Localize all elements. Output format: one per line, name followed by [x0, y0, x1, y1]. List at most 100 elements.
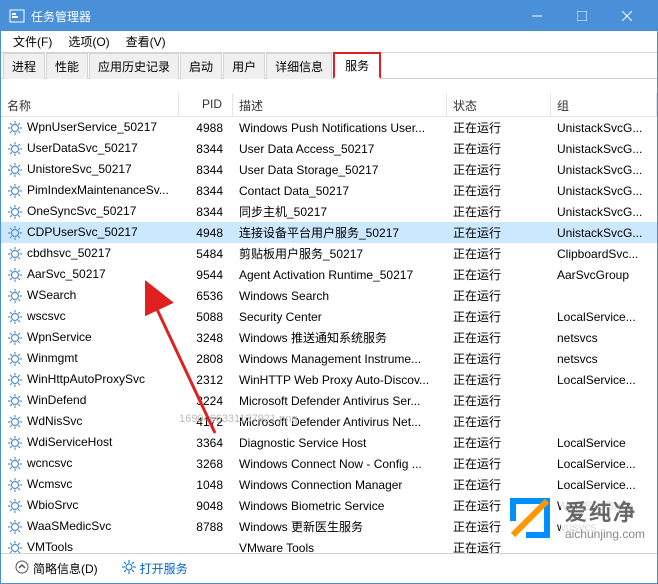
- titlebar: 任务管理器: [1, 1, 657, 31]
- header-desc[interactable]: 描述: [233, 93, 447, 116]
- service-row[interactable]: VMTools VMware Tools正在运行: [1, 537, 657, 553]
- service-desc: Contact Data_50217: [233, 182, 447, 200]
- service-status: 正在运行: [447, 495, 551, 516]
- service-pid: 8344: [179, 203, 233, 221]
- service-status: 正在运行: [447, 411, 551, 432]
- service-row[interactable]: WpnService3248Windows 推送通知系统服务正在运行netsvc…: [1, 327, 657, 348]
- service-gear-icon: [7, 456, 23, 472]
- service-group: netsvcs: [551, 350, 657, 368]
- service-name: wscsvc: [27, 309, 66, 323]
- brief-info-button[interactable]: 简略信息(D): [9, 558, 104, 579]
- service-group: UnistackSvcG...: [551, 119, 657, 137]
- menu-options[interactable]: 选项(O): [60, 31, 117, 52]
- service-desc: Agent Activation Runtime_50217: [233, 266, 447, 284]
- service-row[interactable]: wcncsvc3268Windows Connect Now - Config …: [1, 453, 657, 474]
- service-pid: 3268: [179, 455, 233, 473]
- service-row[interactable]: wscsvc5088Security Center正在运行LocalServic…: [1, 306, 657, 327]
- service-row[interactable]: Wcmsvc1048Windows Connection Manager正在运行…: [1, 474, 657, 495]
- service-name: CDPUserSvc_50217: [27, 225, 138, 239]
- service-group: [551, 399, 657, 403]
- maximize-button[interactable]: [559, 1, 604, 31]
- service-row[interactable]: WinHttpAutoProxySvc2312WinHTTP Web Proxy…: [1, 369, 657, 390]
- service-row[interactable]: WdNisSvc4172Microsoft Defender Antivirus…: [1, 411, 657, 432]
- service-status: 正在运行: [447, 453, 551, 474]
- service-desc: VMware Tools: [233, 539, 447, 554]
- service-pid: 2312: [179, 371, 233, 389]
- service-name: WdNisSvc: [27, 414, 82, 428]
- service-row[interactable]: WaaSMedicSvc8788Windows 更新医生服务正在运行wusvcs: [1, 516, 657, 537]
- service-gear-icon: [7, 372, 23, 388]
- service-status: 正在运行: [447, 243, 551, 264]
- service-name: WpnUserService_50217: [27, 120, 157, 134]
- header-group[interactable]: 组: [551, 93, 657, 116]
- service-row[interactable]: UnistoreSvc_502178344User Data Storage_5…: [1, 159, 657, 180]
- service-status: 正在运行: [447, 285, 551, 306]
- service-group: UnistackSvcG...: [551, 182, 657, 200]
- service-status: 正在运行: [447, 537, 551, 553]
- tab-services[interactable]: 服务: [333, 52, 381, 79]
- close-button[interactable]: [604, 1, 649, 31]
- service-group: UnistackSvcG...: [551, 161, 657, 179]
- service-row[interactable]: WpnUserService_502174988Windows Push Not…: [1, 117, 657, 138]
- service-gear-icon: [7, 414, 23, 430]
- service-status: 正在运行: [447, 306, 551, 327]
- service-row[interactable]: WinDefend3224Microsoft Defender Antiviru…: [1, 390, 657, 411]
- service-gear-icon: [7, 330, 23, 346]
- service-row[interactable]: CDPUserSvc_502174948连接设备平台用户服务_50217正在运行…: [1, 222, 657, 243]
- service-status: 正在运行: [447, 264, 551, 285]
- tab-startup[interactable]: 启动: [180, 53, 222, 79]
- service-gear-icon: [7, 540, 23, 554]
- service-gear-icon: [7, 204, 23, 220]
- minimize-button[interactable]: [514, 1, 559, 31]
- service-desc: Windows 推送通知系统服务: [233, 327, 447, 348]
- tab-processes[interactable]: 进程: [3, 53, 45, 79]
- service-pid: 8788: [179, 518, 233, 536]
- brief-info-label: 简略信息(D): [33, 560, 98, 577]
- menu-file[interactable]: 文件(F): [5, 31, 60, 52]
- service-pid: 5088: [179, 308, 233, 326]
- menu-view[interactable]: 查看(V): [118, 31, 174, 52]
- service-desc: Windows Connection Manager: [233, 476, 447, 494]
- service-pid: 1048: [179, 476, 233, 494]
- service-pid: 4988: [179, 119, 233, 137]
- service-name: WdiServiceHost: [27, 435, 112, 449]
- service-row[interactable]: PimIndexMaintenanceSv...8344Contact Data…: [1, 180, 657, 201]
- window-title: 任务管理器: [31, 8, 514, 25]
- tab-details[interactable]: 详细信息: [266, 53, 332, 79]
- service-group: LocalService...: [551, 476, 657, 494]
- service-desc: User Data Access_50217: [233, 140, 447, 158]
- service-desc: 连接设备平台用户服务_50217: [233, 222, 447, 243]
- service-pid: [179, 546, 233, 550]
- open-services-button[interactable]: 打开服务: [116, 558, 194, 579]
- app-icon: [9, 8, 25, 24]
- service-desc: Windows Connect Now - Config ...: [233, 455, 447, 473]
- tab-performance[interactable]: 性能: [46, 53, 88, 79]
- statusbar: 简略信息(D) 打开服务: [1, 553, 657, 583]
- service-row[interactable]: cbdhsvc_502175484剪贴板用户服务_50217正在运行Clipbo…: [1, 243, 657, 264]
- service-group: UnistackSvcG...: [551, 140, 657, 158]
- service-pid: 5484: [179, 245, 233, 263]
- service-row[interactable]: Winmgmt2808Windows Management Instrume..…: [1, 348, 657, 369]
- service-desc: Security Center: [233, 308, 447, 326]
- tab-users[interactable]: 用户: [223, 53, 265, 79]
- service-pid: 3364: [179, 434, 233, 452]
- service-name: Winmgmt: [27, 351, 78, 365]
- header-name[interactable]: 名称: [1, 93, 179, 116]
- service-gear-icon: [7, 225, 23, 241]
- service-pid: 8344: [179, 140, 233, 158]
- service-pid: 8344: [179, 161, 233, 179]
- service-row[interactable]: AarSvc_502179544Agent Activation Runtime…: [1, 264, 657, 285]
- header-status[interactable]: 状态: [447, 93, 551, 116]
- service-row[interactable]: UserDataSvc_502178344User Data Access_50…: [1, 138, 657, 159]
- service-gear-icon: [7, 183, 23, 199]
- header-pid[interactable]: PID: [179, 93, 233, 116]
- column-headers: 名称 PID 描述 状态 组: [1, 93, 657, 117]
- service-desc: User Data Storage_50217: [233, 161, 447, 179]
- service-row[interactable]: OneSyncSvc_502178344同步主机_50217正在运行Unista…: [1, 201, 657, 222]
- service-name: WSearch: [27, 288, 76, 302]
- tab-app-history[interactable]: 应用历史记录: [89, 53, 179, 79]
- service-row[interactable]: WbioSrvc9048Windows Biometric Service正在运…: [1, 495, 657, 516]
- service-row[interactable]: WdiServiceHost3364Diagnostic Service Hos…: [1, 432, 657, 453]
- service-row[interactable]: WSearch6536Windows Search正在运行: [1, 285, 657, 306]
- service-name: VMTools: [27, 540, 73, 553]
